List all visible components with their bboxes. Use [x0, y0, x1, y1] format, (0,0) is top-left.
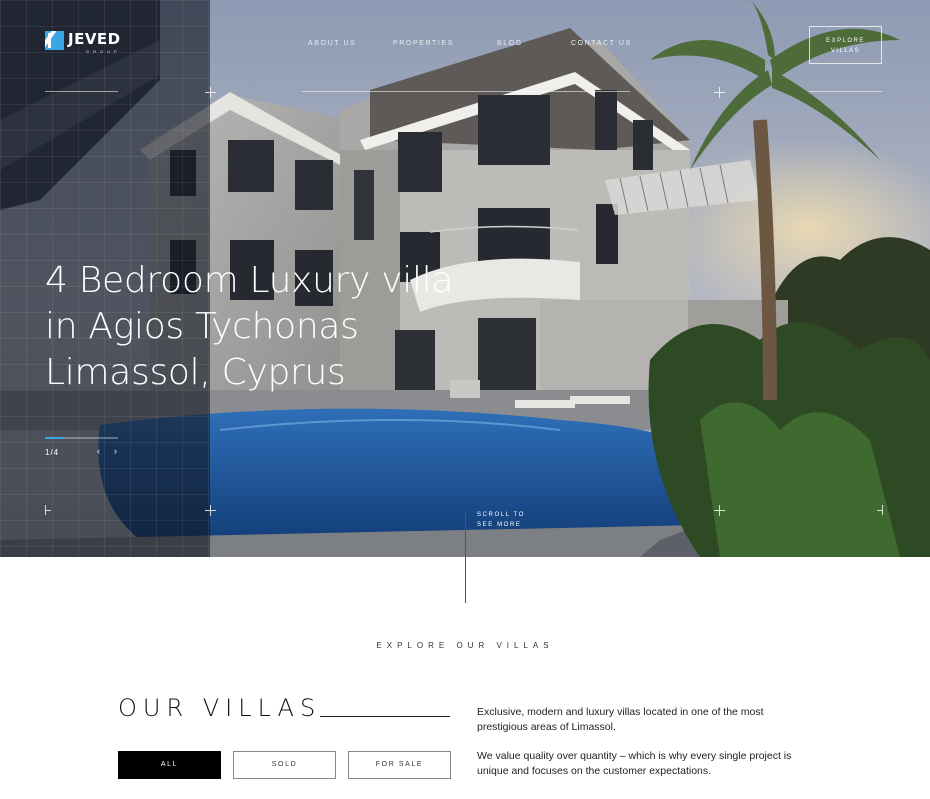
cta-line-2: VILLAS: [830, 48, 861, 54]
cta-underline: [809, 91, 882, 92]
nav-about-us[interactable]: ABOUT US: [308, 40, 356, 47]
edge-tick-right-icon: [877, 505, 883, 515]
scroll-hint-line-2: SEE MORE: [477, 522, 522, 528]
nav-underline: [302, 91, 630, 92]
filter-sold-button[interactable]: SOLD: [233, 751, 336, 779]
slide-counter: 1/4: [45, 448, 60, 457]
villas-description-1: Exclusive, modern and luxury villas loca…: [477, 706, 764, 733]
slide-progress-bar: [45, 437, 118, 439]
crosshair-marker-icon: [205, 87, 216, 98]
edge-tick-left-icon: [45, 505, 51, 515]
explore-villas-button[interactable]: EXPLORE VILLAS: [809, 26, 882, 64]
cta-line-1: EXPLORE: [826, 38, 865, 44]
crosshair-marker-icon: [714, 505, 725, 516]
crosshair-marker-icon: [205, 505, 216, 516]
villas-description-2: We value quality over quantity – which i…: [477, 750, 792, 777]
next-slide-icon[interactable]: ›: [114, 446, 117, 456]
scroll-indicator-line-lower: [465, 511, 466, 603]
hero-section: JEVED GROUP ABOUT US PROPERTIES BLOG CON…: [0, 0, 930, 557]
crosshair-marker-icon: [714, 87, 725, 98]
scroll-to-see-more[interactable]: SCROLL TO SEE MORE: [477, 510, 537, 530]
prev-slide-icon[interactable]: ‹: [97, 446, 100, 456]
hero-title: 4 Bedroom Luxury villa in Agios Tychonas…: [45, 258, 475, 396]
nav-properties[interactable]: PROPERTIES: [393, 40, 454, 47]
hero-title-line-2: in Agios Tychonas: [45, 306, 359, 347]
filter-all-button[interactable]: ALL: [118, 751, 221, 779]
hero-title-line-1: 4 Bedroom Luxury villa: [45, 260, 454, 301]
main-nav: ABOUT US PROPERTIES BLOG CONTACT US: [0, 40, 930, 50]
filter-for-sale-button[interactable]: FOR SALE: [348, 751, 451, 779]
scroll-hint-line-1: SCROLL TO: [477, 512, 525, 518]
title-rule: [320, 716, 450, 717]
section-title: OUR VILLAS: [118, 694, 322, 722]
hero-title-line-3: Limassol, Cyprus: [45, 352, 346, 393]
slide-progress-fill: [45, 437, 64, 439]
section-eyebrow: EXPLORE OUR VILLAS: [376, 641, 554, 650]
nav-contact-us[interactable]: CONTACT US: [571, 40, 632, 47]
nav-blog[interactable]: BLOG: [497, 40, 523, 47]
logo-underline: [45, 91, 118, 92]
